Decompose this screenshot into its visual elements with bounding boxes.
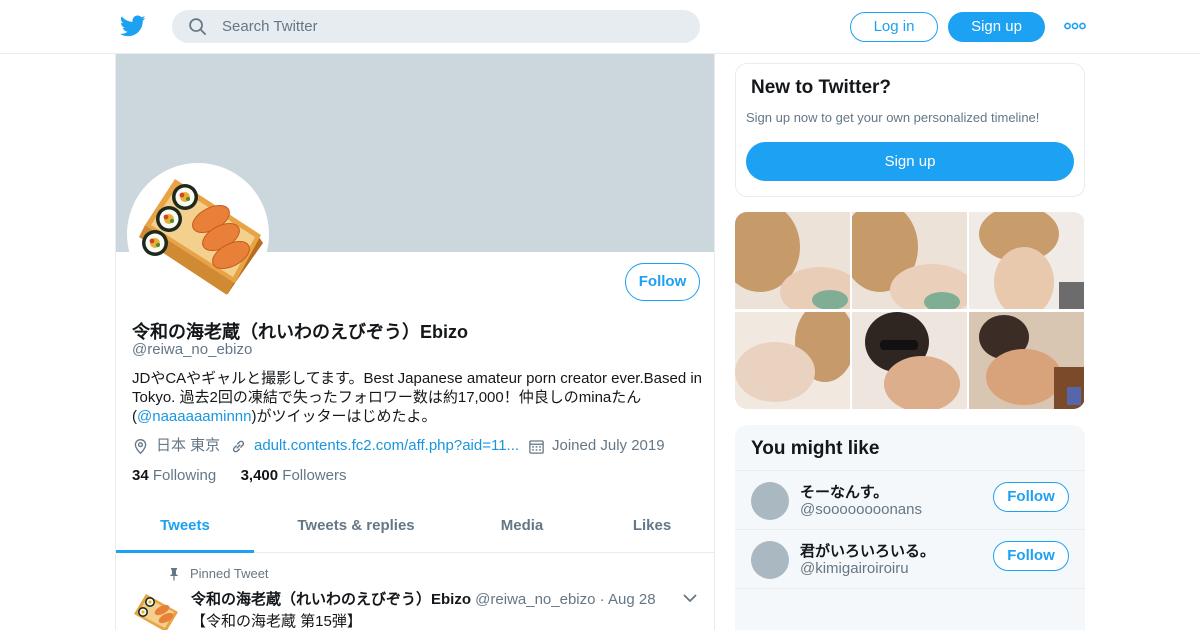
you-might-like-title: You might like (751, 438, 880, 459)
profile-avatar[interactable] (127, 163, 269, 305)
new-to-twitter-subtitle: Sign up now to get your own personalized… (746, 110, 1040, 125)
follow-button[interactable]: Follow (625, 263, 700, 301)
sidebar-signup-button[interactable]: Sign up (746, 142, 1074, 181)
tweet-header: 令和の海老蔵（れいわのえびぞう）Ebizo @reiwa_no_ebizo · … (191, 588, 656, 609)
following-label: Following (152, 467, 217, 484)
follow-button[interactable]: Follow (993, 482, 1069, 512)
bio-tail: )がツイッターはじめたよ。 (251, 408, 437, 425)
new-to-twitter-title: New to Twitter? (751, 77, 892, 98)
login-button[interactable]: Log in (850, 12, 938, 42)
suggested-user-handle[interactable]: @kimigairoiroiru (800, 560, 909, 577)
bio-text: JDやCAやギャルと撮影してます。Best Japanese amateur p… (132, 370, 703, 406)
website-link[interactable]: adult.contents.fc2.com/aff.php?aid=11... (254, 436, 519, 456)
profile-handle: @reiwa_no_ebizo (132, 341, 253, 358)
suggested-user-name[interactable]: そーなんす。 (800, 481, 888, 502)
media-thumbnail[interactable] (969, 312, 1084, 409)
top-navigation-bar: Log in Sign up (0, 0, 1200, 54)
media-thumbnail-grid (735, 212, 1085, 409)
tweet-author-handle[interactable]: @reiwa_no_ebizo (475, 591, 595, 608)
following-stat[interactable]: 34 Following (132, 467, 216, 484)
tweet-author-name[interactable]: 令和の海老蔵（れいわのえびぞう）Ebizo (191, 591, 471, 608)
tab-tweets[interactable]: Tweets (116, 504, 254, 553)
follow-button[interactable]: Follow (993, 541, 1069, 571)
media-thumbnail[interactable] (735, 212, 850, 309)
location-text: 日本 東京 (156, 437, 221, 454)
media-thumbnail[interactable] (969, 212, 1084, 309)
suggested-user-name[interactable]: 君がいろいろいる。 (800, 540, 935, 561)
twitter-bird-icon[interactable] (120, 13, 146, 39)
suggested-user-handle[interactable]: @soooooooonans (800, 501, 922, 518)
media-photo (735, 312, 850, 409)
media-thumbnail[interactable] (852, 212, 967, 309)
avatar[interactable] (751, 541, 789, 579)
media-photo (969, 312, 1084, 409)
followers-stat[interactable]: 3,400 Followers (241, 467, 347, 484)
bio-mention-link[interactable]: @naaaaaaminnn (137, 408, 251, 425)
media-photo (852, 312, 967, 409)
tab-media[interactable]: Media (466, 504, 578, 553)
signup-button[interactable]: Sign up (948, 12, 1045, 42)
suggested-user-row[interactable]: そーなんす。 @soooooooonans Follow (735, 470, 1085, 529)
followers-label: Followers (282, 467, 347, 484)
tweet-text: 【令和の海老蔵 第15弾】 (191, 613, 362, 630)
media-photo (735, 212, 850, 309)
search-input[interactable] (222, 10, 682, 43)
more-icon[interactable] (1064, 20, 1086, 32)
avatar[interactable] (751, 482, 789, 520)
tweet-avatar[interactable] (132, 586, 180, 630)
chevron-down-icon[interactable] (683, 594, 697, 603)
followers-count: 3,400 (240, 467, 279, 484)
profile-bio: JDやCAやギャルと撮影してます。Best Japanese amateur p… (132, 369, 702, 426)
profile-counts: 34 Following 3,400 Followers (132, 467, 346, 484)
new-to-twitter-card: New to Twitter? Sign up now to get your … (735, 63, 1085, 197)
bento-box-image (139, 179, 263, 295)
tweet-date[interactable]: Aug 28 (608, 591, 656, 608)
pinned-tweet-label: Pinned Tweet (190, 566, 269, 581)
calendar-icon (529, 440, 544, 454)
tweet-separator: · (599, 591, 605, 608)
profile-tabs: Tweets Tweets & replies Media Likes (116, 504, 714, 553)
joined-text: Joined July 2019 (552, 437, 665, 454)
pin-icon (169, 568, 179, 581)
media-photo (969, 212, 1084, 309)
search-icon (189, 18, 206, 35)
location-icon (134, 439, 147, 455)
suggested-user-row-divider (735, 588, 1085, 630)
tab-tweets-replies[interactable]: Tweets & replies (276, 504, 436, 553)
media-thumbnail[interactable] (852, 312, 967, 409)
search-box[interactable] (172, 10, 700, 43)
bento-box-thumbnail (132, 586, 180, 630)
media-thumbnail[interactable] (735, 312, 850, 409)
following-count: 34 (132, 467, 149, 484)
profile-column: Follow 令和の海老蔵（れいわのえびぞう）Ebizo @reiwa_no_e… (115, 54, 715, 630)
tab-likes[interactable]: Likes (606, 504, 698, 553)
link-icon (232, 440, 245, 453)
media-photo (852, 212, 967, 309)
you-might-like-card: You might like そーなんす。 @soooooooonans Fol… (735, 425, 1085, 630)
suggested-user-row[interactable]: 君がいろいろいる。 @kimigairoiroiru Follow (735, 529, 1085, 588)
